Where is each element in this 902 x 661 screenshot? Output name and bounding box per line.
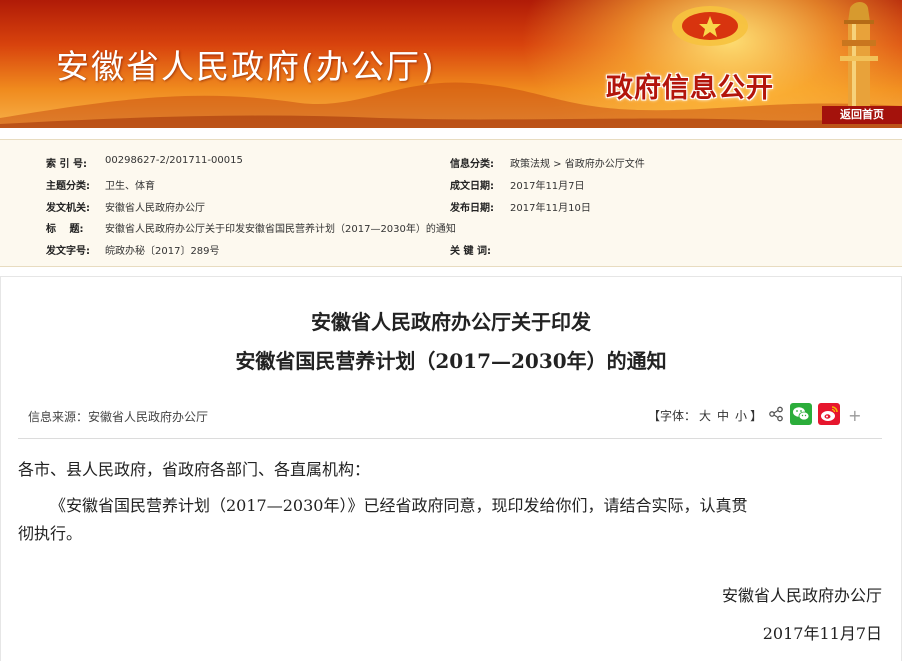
article-title-line1: 安徽省人民政府办公厅关于印发: [311, 310, 591, 334]
article-toolbar: 【字体： 大 中 小 】 +: [648, 402, 861, 428]
meta-value: 2017年11月10日: [510, 203, 591, 214]
huabiao-pillar-icon: [840, 2, 878, 110]
meta-value: 安徽省人民政府办公厅关于印发安徽省国民营养计划（2017—2030年）的通知: [105, 224, 456, 235]
meta-value: 00298627-2/201711-00015: [105, 155, 243, 166]
font-size-small-button[interactable]: 小: [735, 407, 747, 424]
meta-label: 索 引 号:: [46, 159, 87, 170]
meta-label: 关 键 词:: [450, 246, 491, 257]
weibo-icon[interactable]: [818, 402, 841, 428]
signature-date: 2017年11月7日: [762, 624, 882, 643]
meta-label: 发布日期:: [450, 203, 494, 214]
salutation: 各市、县人民政府，省政府各部门、各直属机构：: [18, 460, 371, 479]
content-divider: [18, 438, 882, 439]
meta-value: 卫生、体育: [105, 181, 155, 192]
meta-value: 皖政办秘〔2017〕289号: [105, 246, 220, 257]
share-icon[interactable]: [768, 406, 784, 425]
body-paragraph-line1: 《安徽省国民营养计划（2017—2030年）》已经省政府同意，现印发给你们，请结…: [50, 496, 748, 515]
body-paragraph-line2: 彻执行。: [18, 524, 83, 543]
font-size-close: 】: [750, 408, 763, 423]
info-disclosure-title: 政府信息公开: [606, 73, 774, 104]
meta-value: 安徽省人民政府办公厅: [105, 203, 205, 214]
site-banner: 安徽省人民政府(办公厅) 政府信息公开 返回首页: [0, 0, 902, 128]
site-title: 安徽省人民政府(办公厅): [56, 47, 436, 86]
font-size-large-button[interactable]: 大: [699, 407, 711, 424]
font-size-medium-button[interactable]: 中: [717, 407, 729, 424]
signature-issuer: 安徽省人民政府办公厅: [721, 586, 882, 605]
document-meta-panel: 索 引 号: 00298627-2/201711-00015 信息分类: 政策法…: [0, 139, 902, 267]
star-emblem-icon: [672, 6, 748, 46]
font-size-open: 【字体：: [648, 408, 697, 423]
plus-icon[interactable]: +: [848, 406, 861, 425]
meta-label: 成文日期:: [450, 181, 494, 192]
meta-label: 标 题:: [46, 224, 84, 235]
article-title-line2: 安徽省国民营养计划（2017—2030年）的通知: [235, 349, 667, 373]
wechat-icon[interactable]: [790, 402, 813, 428]
meta-label: 发文字号:: [46, 246, 90, 257]
info-source: 信息来源：安徽省人民政府办公厅: [28, 410, 209, 424]
return-home-button[interactable]: 返回首页: [822, 106, 902, 124]
meta-label: 主题分类:: [46, 181, 90, 192]
meta-value: 2017年11月7日: [510, 181, 585, 192]
meta-label: 发文机关:: [46, 203, 90, 214]
meta-value: 政策法规 > 省政府办公厅文件: [510, 159, 645, 170]
meta-label: 信息分类:: [450, 159, 494, 170]
